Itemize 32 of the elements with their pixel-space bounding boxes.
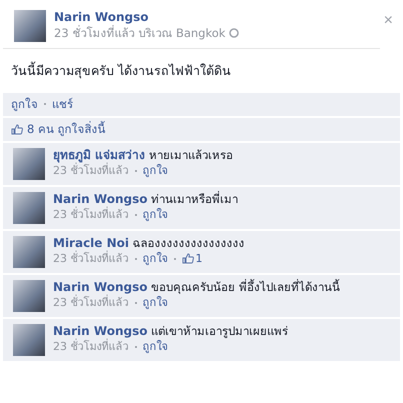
avatar-photo[interactable] bbox=[13, 280, 45, 312]
comment-text: Miracle Noi ฉลองงงงงงงงงงงงงงง bbox=[53, 236, 246, 250]
like-link[interactable]: ถูกใจ bbox=[142, 164, 168, 178]
comment-time: 23 ชั่วโมงที่แล้ว bbox=[53, 296, 128, 310]
comment-time: 23 ชั่วโมงที่แล้ว bbox=[53, 164, 128, 178]
comment-time: 23 ชั่วโมงที่แล้ว bbox=[53, 252, 128, 266]
avatar-photo[interactable] bbox=[14, 10, 46, 42]
like-link[interactable]: ถูกใจ bbox=[142, 208, 168, 222]
likes-link[interactable]: 8 คน ถูกใจสิ่งนี้ bbox=[27, 122, 106, 137]
comment-time: 23 ชั่วโมงที่แล้ว bbox=[53, 340, 128, 354]
like-link[interactable]: ถูกใจ bbox=[142, 296, 168, 310]
globe-icon bbox=[229, 28, 240, 38]
comment-time: 23 ชั่วโมงที่แล้ว bbox=[53, 208, 128, 222]
comment-text: Narin Wongso ขอบคุณครับน้อย พี่อึ้งไปเลยที่ได้งานนี้ bbox=[53, 280, 341, 294]
avatar-photo[interactable] bbox=[13, 324, 45, 356]
comment-text: Narin Wongso ท่านเมาหรือพี่เมา bbox=[53, 192, 240, 206]
like-link[interactable]: ถูกใจ bbox=[142, 340, 168, 354]
action-link[interactable]: ถูกใจ bbox=[11, 97, 38, 112]
post-time: 23 ชั่วโมงที่แล้ว bbox=[54, 24, 134, 42]
avatar-photo[interactable] bbox=[13, 192, 45, 224]
avatar-photo[interactable] bbox=[13, 148, 45, 180]
comment-text: Narin Wongso แต่เขาห้ามเอารูปมาเผยแพร่ bbox=[53, 324, 290, 338]
like-link[interactable]: ถูกใจ bbox=[142, 252, 168, 266]
author-name[interactable]: Narin Wongso bbox=[54, 10, 372, 24]
post-text: วันนี้มีความสุขครับ ได้งานรถไฟฟ้าใต้ดิน bbox=[10, 60, 232, 80]
like-count[interactable]: 1 bbox=[196, 252, 202, 266]
thumbs-up-icon bbox=[11, 124, 23, 135]
comment-text: ยุทธภูมิ แจ่มสว่าง หายเมาแล้วเหรอ bbox=[53, 148, 234, 163]
avatar-photo[interactable] bbox=[13, 236, 45, 268]
action-link[interactable]: แชร์ bbox=[52, 97, 73, 112]
thumbs-up-icon bbox=[182, 253, 194, 264]
post-location: บริเวณ Bangkok bbox=[138, 25, 226, 42]
